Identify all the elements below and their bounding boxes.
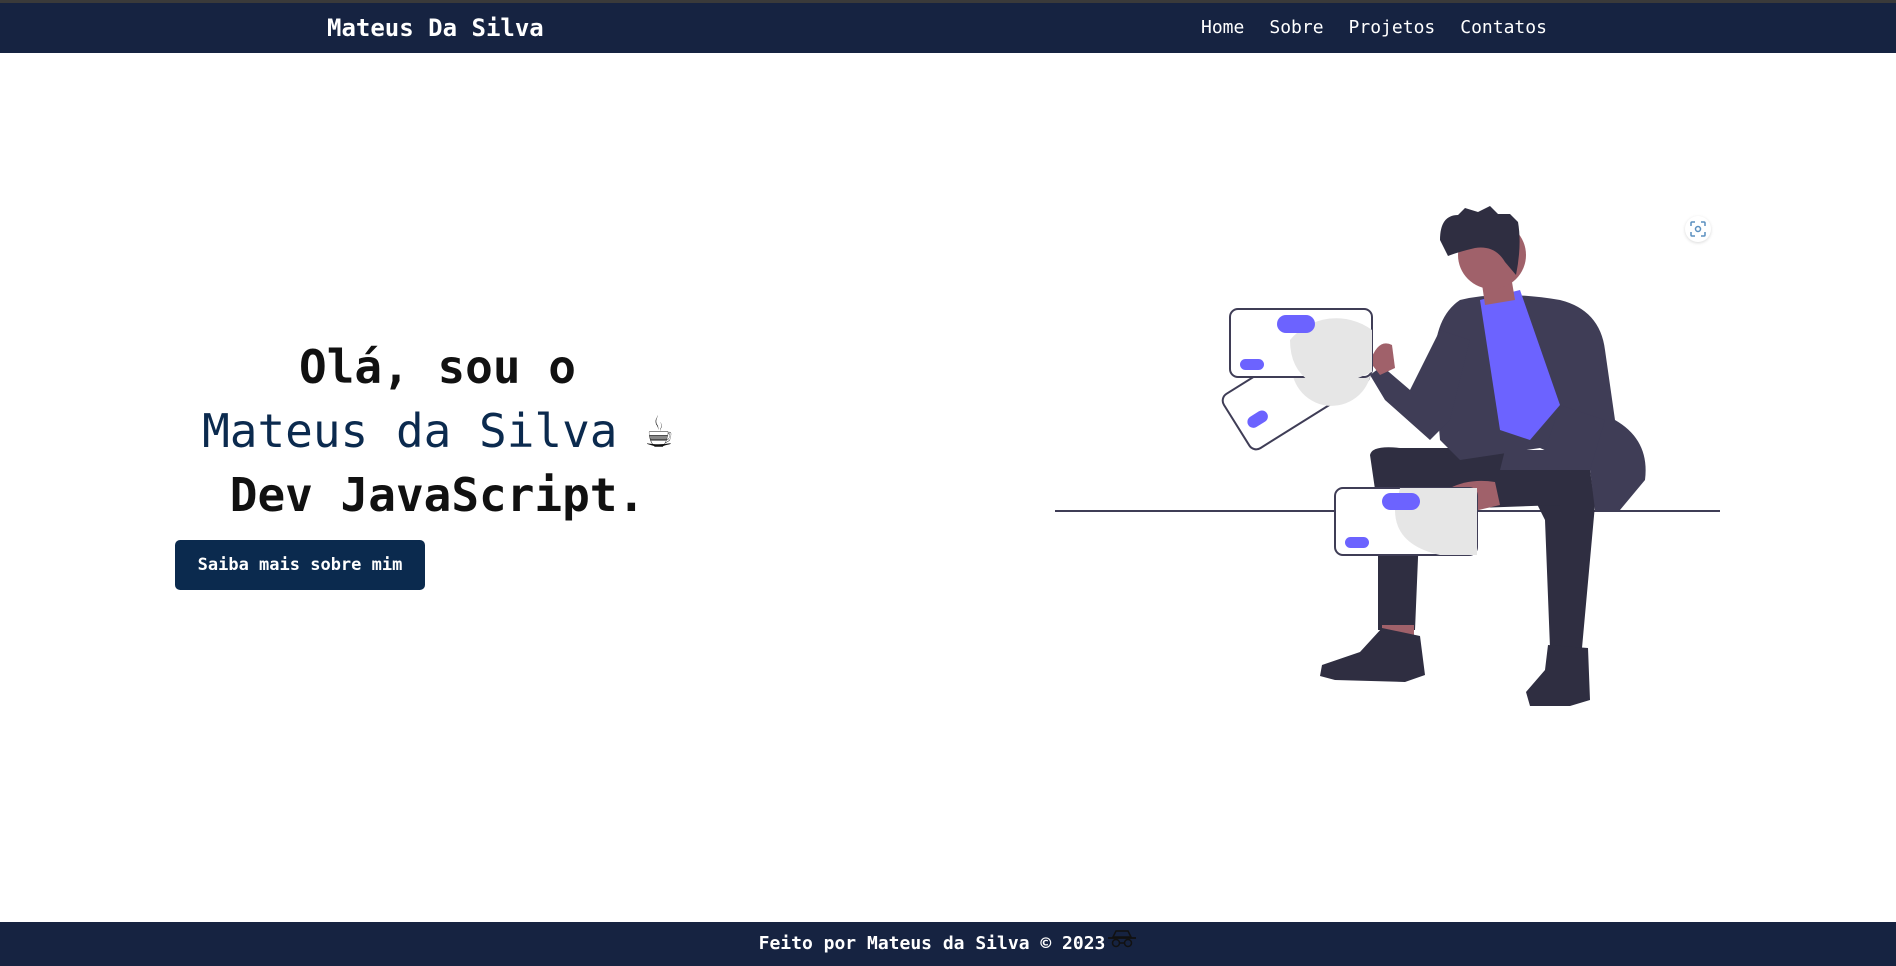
nav-link-sobre[interactable]: Sobre xyxy=(1269,17,1323,38)
navbar: Mateus Da Silva Home Sobre Projetos Cont… xyxy=(0,3,1896,53)
coffee-emoji-icon: ☕ xyxy=(645,404,673,458)
back-shoe-icon xyxy=(1526,645,1590,706)
hero-greeting: Olá, sou o xyxy=(299,340,576,394)
hero-name-line: Mateus da Silva ☕ xyxy=(150,399,725,463)
hero-name: Mateus da Silva xyxy=(202,404,618,458)
nav-link-home[interactable]: Home xyxy=(1201,17,1244,38)
phone-upper xyxy=(1229,308,1373,390)
front-shoe-icon xyxy=(1320,628,1425,682)
person-with-devices-illustration xyxy=(1055,206,1720,706)
hero-role: Dev JavaScript. xyxy=(229,468,646,522)
footer: Feito por Mateus da Silva © 2023 xyxy=(0,922,1896,966)
phone-lower xyxy=(1334,487,1478,556)
hero-heading: Olá, sou o Mateus da Silva ☕ Dev JavaScr… xyxy=(150,335,725,527)
nav-link-contatos[interactable]: Contatos xyxy=(1460,17,1547,38)
nav-link-projetos[interactable]: Projetos xyxy=(1349,17,1436,38)
nav-links: Home Sobre Projetos Contatos xyxy=(1201,17,1547,38)
spy-glasses-icon xyxy=(1107,922,1137,966)
about-me-button[interactable]: Saiba mais sobre mim xyxy=(175,540,425,590)
footer-text: Feito por Mateus da Silva © 2023 xyxy=(758,933,1106,954)
brand-logo-link[interactable]: Mateus Da Silva xyxy=(327,14,544,42)
